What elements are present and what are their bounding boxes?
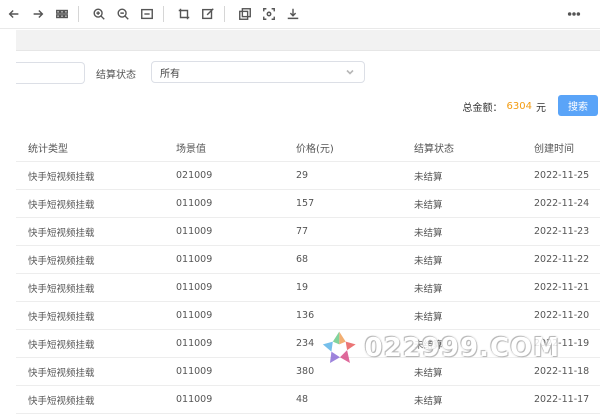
cell-scene-value: 011009 (176, 394, 213, 405)
fit-width-icon[interactable] (137, 4, 157, 24)
header-created-at: 创建时间 (534, 144, 574, 155)
forward-icon[interactable] (28, 4, 48, 24)
table-row: 快手短视频挂载 011009 68 未结算 2022-11-22 (16, 246, 600, 274)
download-icon[interactable] (283, 4, 303, 24)
cell-scene-value: 011009 (176, 282, 213, 293)
edit-icon[interactable] (198, 4, 218, 24)
zoom-in-icon[interactable] (89, 4, 109, 24)
header-settlement-status: 结算状态 (414, 144, 454, 155)
cell-scene-value: 011009 (176, 310, 213, 321)
cell-settlement-status: 未结算 (414, 395, 443, 407)
cell-created-at: 2022-11-22 (534, 254, 590, 265)
cell-stat-type: 快手短视频挂载 (28, 227, 95, 239)
table-row: 快手短视频挂载 011009 48 未结算 2022-11-17 (16, 386, 600, 414)
apps-grid-icon[interactable] (52, 4, 72, 24)
cell-created-at: 2022-11-23 (534, 226, 590, 237)
cell-price: 29 (296, 170, 309, 181)
table-header: 统计类型 场景值 价格(元) 结算状态 创建时间 (16, 134, 600, 162)
cell-scene-value: 011009 (176, 226, 213, 237)
cell-settlement-status: 未结算 (414, 171, 443, 183)
cell-stat-type: 快手短视频挂载 (28, 171, 95, 183)
cell-settlement-status: 未结算 (414, 227, 443, 239)
search-button[interactable]: 搜索 (558, 95, 598, 116)
settlement-status-label: 结算状态 (96, 70, 136, 81)
cell-scene-value: 011009 (176, 338, 213, 349)
settlement-status-select[interactable]: 所有 (151, 61, 365, 83)
cell-price: 157 (296, 198, 315, 209)
total-amount-value: 6304 (506, 101, 532, 112)
watermark-text: 022999.COM (364, 333, 560, 363)
cell-price: 48 (296, 394, 309, 405)
cell-stat-type: 快手短视频挂载 (28, 339, 95, 351)
chevron-down-icon (344, 66, 356, 78)
cell-created-at: 2022-11-17 (534, 394, 590, 405)
header-price: 价格(元) (296, 144, 334, 155)
crop-icon[interactable] (174, 4, 194, 24)
cell-scene-value: 011009 (176, 254, 213, 265)
viewer-toolbar (0, 0, 600, 29)
total-amount: 总金额： 6304 元 (463, 99, 546, 114)
cell-scene-value: 011009 (176, 366, 213, 377)
back-icon[interactable] (4, 4, 24, 24)
cell-settlement-status: 未结算 (414, 283, 443, 295)
more-icon[interactable] (564, 4, 584, 24)
cell-stat-type: 快手短视频挂载 (28, 311, 95, 323)
table-row: 快手短视频挂载 021009 29 未结算 2022-11-25 (16, 162, 600, 190)
cell-created-at: 2022-11-25 (534, 170, 590, 181)
watermark-logo-icon (322, 331, 356, 363)
cell-settlement-status: 未结算 (414, 255, 443, 267)
cell-created-at: 2022-11-21 (534, 282, 590, 293)
screenshot-icon[interactable] (259, 4, 279, 24)
toolbar-divider (163, 6, 164, 22)
cell-price: 68 (296, 254, 309, 265)
header-stat-type: 统计类型 (28, 144, 68, 155)
cell-price: 19 (296, 282, 309, 293)
cell-stat-type: 快手短视频挂载 (28, 283, 95, 295)
copy-icon[interactable] (235, 4, 255, 24)
table-row: 快手短视频挂载 011009 19 未结算 2022-11-21 (16, 274, 600, 302)
site-watermark: 022999.COM (320, 318, 560, 378)
cell-scene-value: 011009 (176, 198, 213, 209)
cell-stat-type: 快手短视频挂载 (28, 199, 95, 211)
toolbar-divider (224, 6, 225, 22)
table-row: 快手短视频挂载 011009 77 未结算 2022-11-23 (16, 218, 600, 246)
keyword-input[interactable] (16, 62, 85, 84)
page-header-strip (16, 30, 600, 51)
cell-price: 77 (296, 226, 309, 237)
cell-scene-value: 021009 (176, 170, 213, 181)
header-scene-value: 场景值 (176, 144, 206, 155)
zoom-out-icon[interactable] (113, 4, 133, 24)
table-row: 快手短视频挂载 011009 157 未结算 2022-11-24 (16, 190, 600, 218)
settlement-status-value: 所有 (160, 68, 180, 80)
toolbar-divider (78, 6, 79, 22)
total-label: 总金额： (462, 103, 503, 114)
cell-created-at: 2022-11-24 (534, 198, 590, 209)
cell-stat-type: 快手短视频挂载 (28, 367, 95, 379)
currency-label: 元 (536, 103, 546, 114)
cell-stat-type: 快手短视频挂载 (28, 255, 95, 267)
cell-stat-type: 快手短视频挂载 (28, 395, 95, 407)
cell-settlement-status: 未结算 (414, 199, 443, 211)
